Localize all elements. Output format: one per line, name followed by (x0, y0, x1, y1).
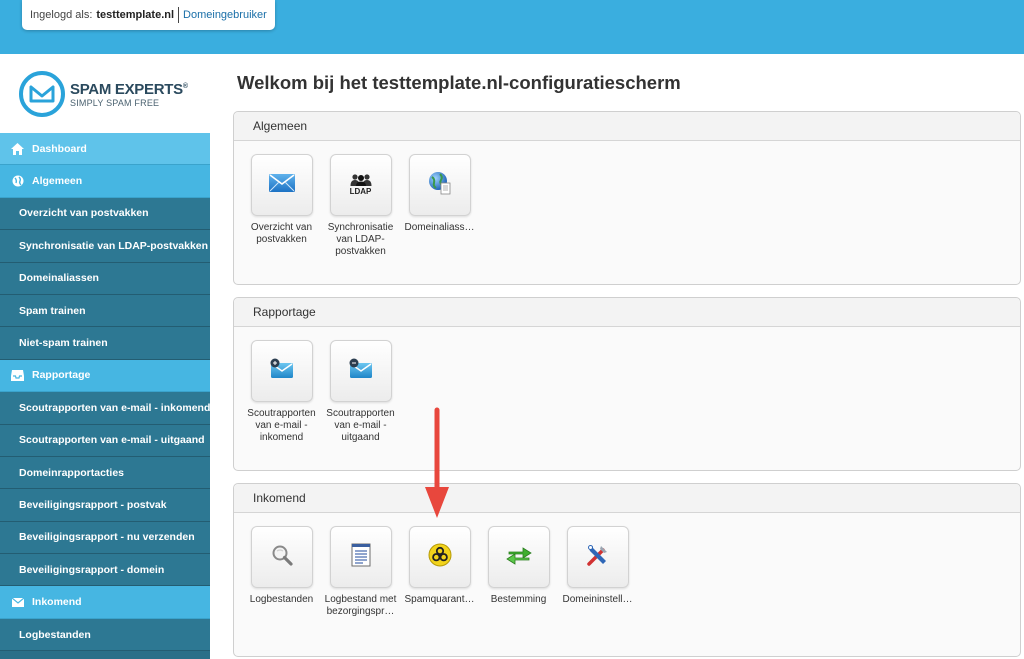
panel-title: Inkomend (234, 484, 1020, 513)
biohazard-icon (428, 543, 452, 572)
globe-document-icon (428, 171, 452, 200)
tile-label: Logbestanden (249, 594, 314, 605)
sidebar-item-niet-spam-trainen[interactable]: Niet-spam trainen (0, 327, 210, 360)
spam-experts-logo[interactable]: SPAM EXPERTS® SIMPLY SPAM FREE (19, 70, 199, 118)
sidebar-item-domeinaliassen[interactable]: Domeinaliassen (0, 262, 210, 295)
sidebar-item-overzicht-postvakken[interactable]: Overzicht van postvakken (0, 197, 210, 231)
envelope-icon (268, 173, 295, 197)
tile-logbestanden[interactable]: Logbestanden (242, 526, 321, 618)
tile-ldap-sync[interactable]: LDAP Synchronisatie van LDAP-postvakken (321, 154, 400, 258)
sidebar-item-label: Beveiligingsrapport - domein (19, 563, 165, 576)
panel-inkomend: Inkomend Logbestanden Logbestand met bez… (233, 483, 1021, 657)
outgoing-mail-report-icon (348, 358, 374, 385)
tile-bestemming[interactable]: Bestemming (479, 526, 558, 618)
sidebar-item-beveiliging-postvak[interactable]: Beveiligingsrapport - postvak (0, 489, 210, 522)
tile-label: Scoutrapporten van e-mail - inkomend (247, 408, 316, 443)
logo-subtitle: SIMPLY SPAM FREE (70, 97, 160, 108)
logo-title: SPAM EXPERTS (70, 80, 183, 98)
logo-envelope-icon (19, 71, 65, 117)
magnifier-icon (270, 543, 294, 572)
sidebar-item-label: Niet-spam trainen (19, 337, 108, 350)
sidebar-item-label: Dashboard (32, 142, 87, 155)
inbox-icon (11, 369, 24, 382)
tile-label: Bestemming (490, 594, 547, 605)
sidebar-item-dashboard[interactable]: Dashboard (0, 133, 210, 166)
panel-title: Algemeen (234, 112, 1020, 141)
sidebar-item-label: Scoutrapporten van e-mail - inkomend (19, 401, 210, 414)
panel-title: Rapportage (234, 298, 1020, 327)
sidebar-section-rapportage[interactable]: Rapportage (0, 359, 210, 393)
login-status: Ingelogd als: testtemplate.nl Domeingebr… (22, 0, 275, 30)
sidebar-item-logbestanden[interactable]: Logbestanden (0, 618, 210, 652)
user-role-link[interactable]: Domeingebruiker (183, 9, 267, 21)
sidebar-item-spam-trainen[interactable]: Spam trainen (0, 294, 210, 328)
panel-rapportage: Rapportage Scoutrapporten van e-mail - i… (233, 297, 1021, 471)
sidebar-item-beveiliging-domein[interactable]: Beveiligingsrapport - domein (0, 554, 210, 587)
tile-scout-uitgaand[interactable]: Scoutrapporten van e-mail - uitgaand (321, 340, 400, 444)
tile-label: Domeininstell… (562, 594, 633, 605)
sidebar-item-label: Beveiligingsrapport - nu verzenden (19, 531, 195, 544)
tile-spamquarantaine[interactable]: Spamquarant… (400, 526, 479, 618)
sidebar-item-label: Spam trainen (19, 304, 86, 317)
sidebar-item-label: Inkomend (32, 596, 82, 609)
page-title: Welkom bij het testtemplate.nl-configura… (237, 72, 681, 93)
tile-scout-inkomend[interactable]: Scoutrapporten van e-mail - inkomend (242, 340, 321, 444)
sidebar-section-algemeen[interactable]: Algemeen (0, 165, 210, 198)
sidebar-item-label: Scoutrapporten van e-mail - uitgaand (19, 434, 205, 447)
sidebar-item-label: Logbestanden (19, 628, 91, 641)
sidebar-nav: Dashboard Algemeen Overzicht van postvak… (0, 133, 210, 659)
tile-label: Domeinaliass… (404, 222, 475, 233)
tile-label: Overzicht van postvakken (250, 222, 313, 245)
sidebar-item-label: Domeinaliassen (19, 272, 99, 285)
globe-icon (11, 175, 24, 188)
sidebar-item-label: Overzicht van postvakken (19, 207, 149, 220)
tools-icon (585, 542, 611, 573)
sidebar-item-label: Algemeen (32, 175, 83, 188)
sidebar-item-scout-inkomend[interactable]: Scoutrapporten van e-mail - inkomend (0, 392, 210, 425)
tile-overzicht-postvakken[interactable]: Overzicht van postvakken (242, 154, 321, 258)
registered-mark: ® (182, 82, 188, 90)
divider (178, 7, 180, 23)
sidebar-item-label: Synchronisatie van LDAP-postvakken (19, 239, 209, 252)
panel-algemeen: Algemeen Overzicht van postvakken LDAP S… (233, 111, 1021, 285)
tile-label: Logbestand met bezorgingspr… (324, 594, 397, 617)
tile-label: Scoutrapporten van e-mail - uitgaand (326, 408, 395, 443)
sidebar-item-scout-uitgaand[interactable]: Scoutrapporten van e-mail - uitgaand (0, 424, 210, 457)
tile-domeinaliassen[interactable]: Domeinaliass… (400, 154, 479, 258)
sidebar-item-label: Beveiligingsrapport - postvak (19, 498, 167, 511)
tile-logbestand-bezorging[interactable]: Logbestand met bezorgingspr… (321, 526, 400, 618)
incoming-mail-report-icon (269, 358, 295, 385)
logged-in-user: testtemplate.nl (96, 9, 175, 21)
ldap-icon-text: LDAP (349, 187, 372, 196)
sidebar-item-label: Domeinrapportacties (19, 466, 125, 479)
top-bar: Ingelogd als: testtemplate.nl Domeingebr… (0, 0, 1024, 54)
ldap-users-icon: LDAP (350, 174, 372, 196)
home-icon (11, 142, 24, 155)
green-arrows-icon (505, 545, 533, 570)
login-label: Ingelogd als: (30, 9, 93, 21)
tile-label: Spamquarant… (404, 594, 475, 605)
tile-domeininstellingen[interactable]: Domeininstell… (558, 526, 637, 618)
sidebar-item-beveiliging-nu-verzenden[interactable]: Beveiligingsrapport - nu verzenden (0, 521, 210, 555)
sidebar-item-domeinrapportacties[interactable]: Domeinrapportacties (0, 456, 210, 490)
tile-label: Synchronisatie van LDAP-postvakken (327, 222, 394, 257)
sidebar-item-label: Rapportage (32, 369, 91, 382)
annotation-arrow-icon (425, 407, 449, 518)
log-document-icon (351, 543, 371, 572)
sidebar-section-inkomend[interactable]: Inkomend (0, 586, 210, 619)
sidebar-item-ldap-sync[interactable]: Synchronisatie van LDAP-postvakken (0, 230, 210, 263)
envelope-icon (11, 596, 24, 609)
